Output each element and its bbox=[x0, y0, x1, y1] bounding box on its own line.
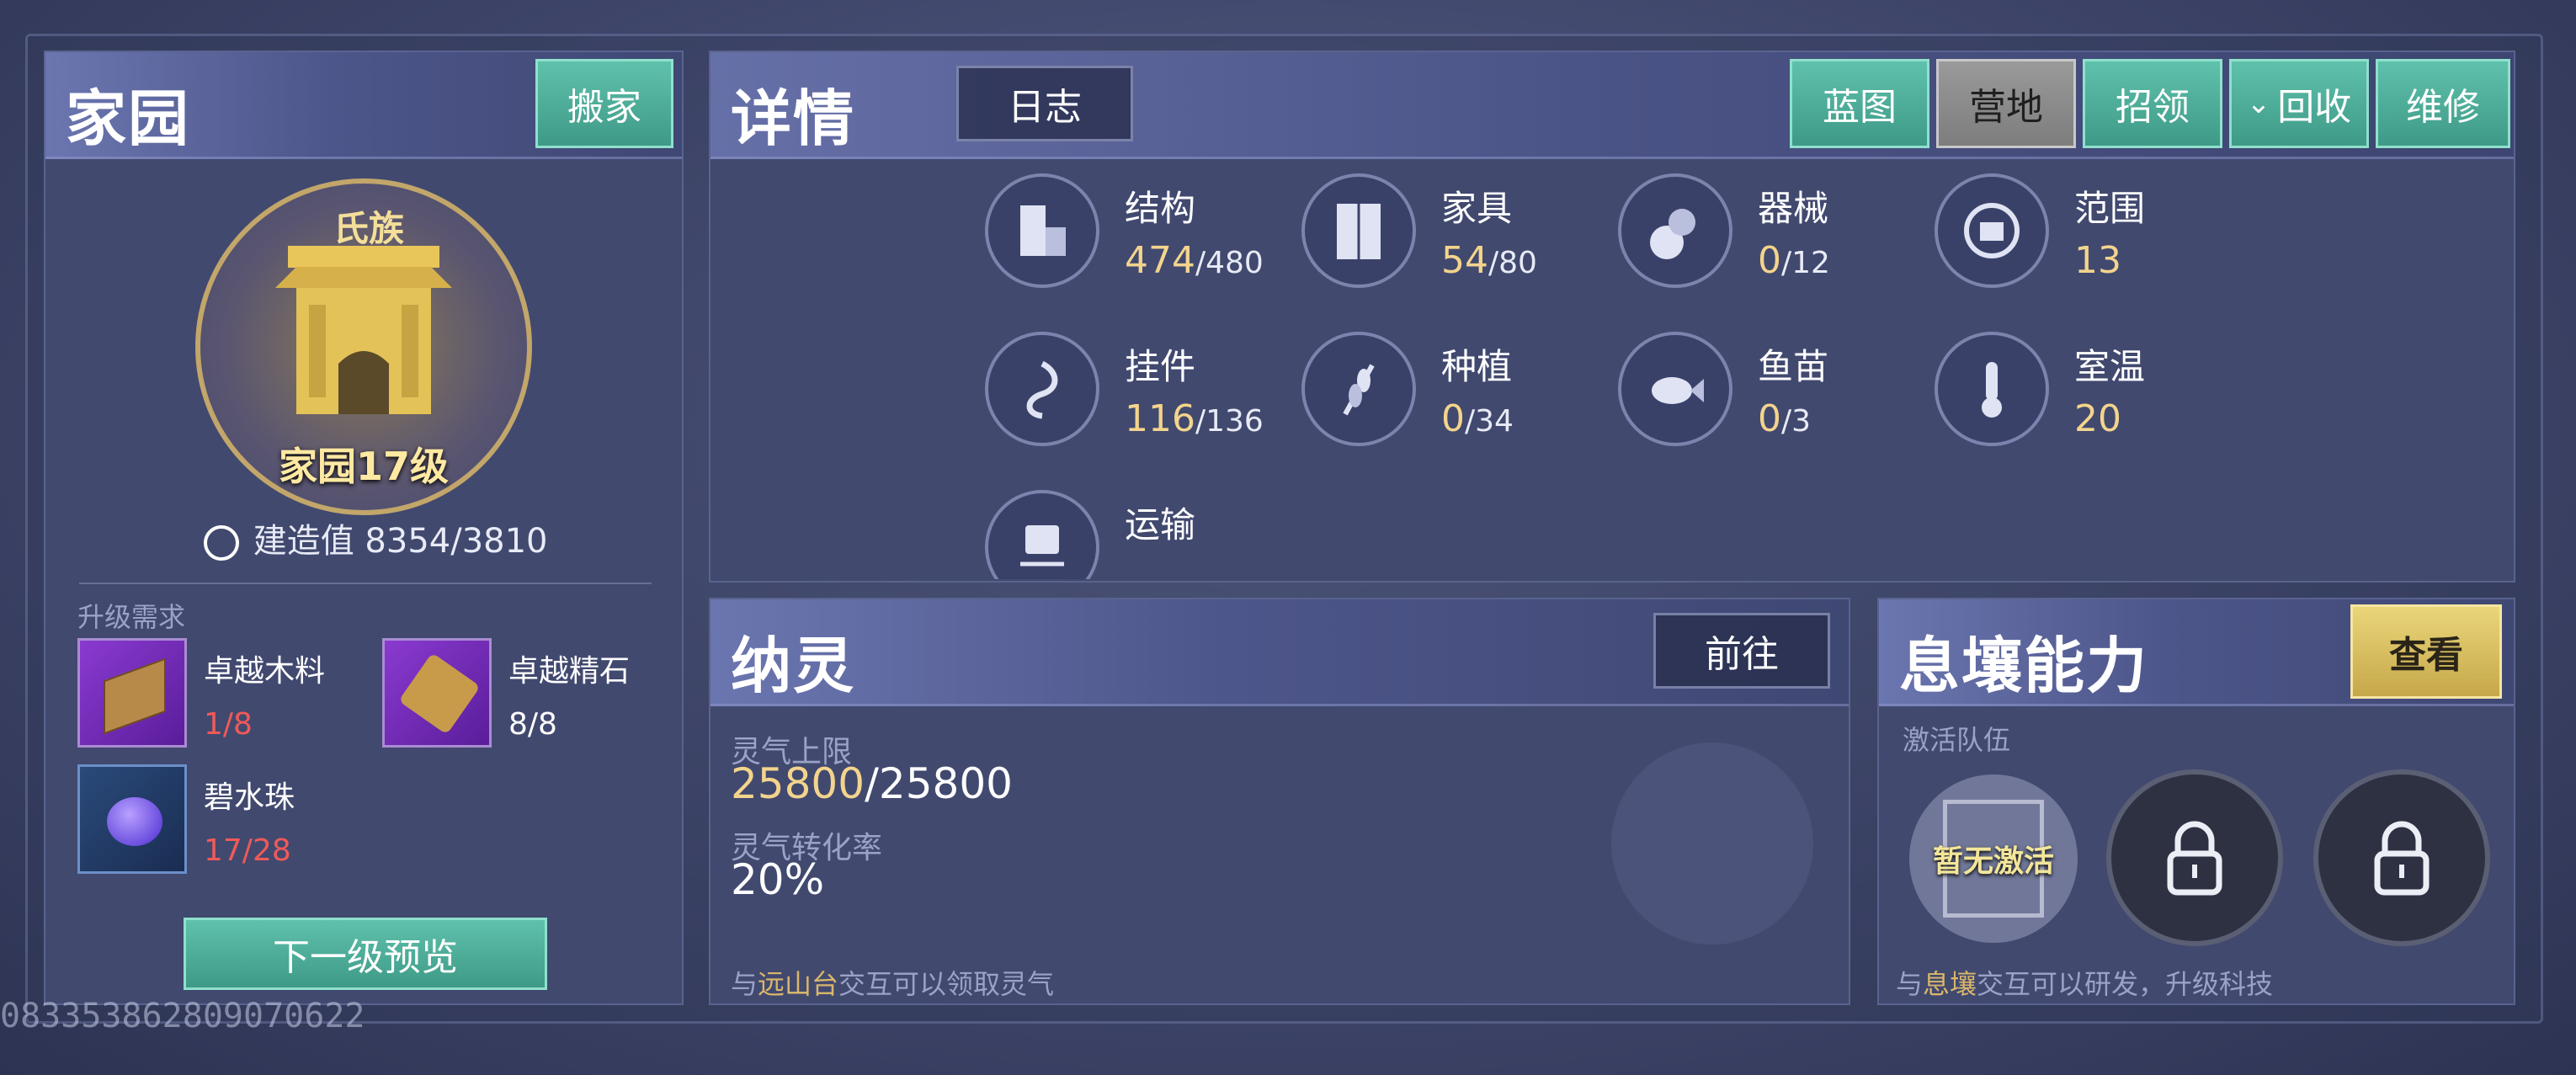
thermometer-icon bbox=[1935, 332, 2049, 446]
stat-name: 结构 bbox=[1125, 188, 1196, 229]
furniture-icon bbox=[1301, 173, 1416, 288]
build-value: 建造值 8354/3810 bbox=[204, 514, 548, 562]
upgrade-requirements-label: 升级需求 bbox=[77, 601, 186, 633]
stat-value: 0/34 bbox=[1441, 397, 1514, 440]
build-icon bbox=[204, 525, 239, 561]
team-slot-locked[interactable] bbox=[2313, 769, 2490, 946]
stat-value: 20 bbox=[2074, 397, 2121, 440]
stat-name: 范围 bbox=[2074, 188, 2146, 229]
spirit-rate-value: 20% bbox=[731, 855, 825, 904]
planting-icon bbox=[1301, 332, 1416, 446]
stat-value: 54/80 bbox=[1441, 239, 1537, 282]
material-count: 17/28 bbox=[204, 833, 291, 868]
structure-icon bbox=[985, 173, 1099, 288]
naling-panel: 纳灵 前往 灵气上限 25800/25800 灵气转化率 20% 与远山台交互可… bbox=[709, 598, 1850, 1005]
stat-name: 种植 bbox=[1441, 346, 1513, 387]
stat-row-clip: 运输 bbox=[711, 490, 2512, 579]
material-count: 8/8 bbox=[508, 707, 557, 742]
naling-title: 纳灵 bbox=[731, 631, 856, 701]
material-count: 1/8 bbox=[204, 707, 253, 742]
spirit-cap-value: 25800/25800 bbox=[731, 759, 1013, 808]
log-button[interactable]: 日志 bbox=[956, 66, 1133, 141]
lock-icon bbox=[2374, 821, 2430, 896]
material-name: 卓越木料 bbox=[204, 654, 326, 689]
material-name: 卓越精石 bbox=[508, 654, 631, 689]
tab-repair[interactable]: 维修 bbox=[2376, 59, 2510, 148]
stat-value: 0/3 bbox=[1758, 397, 1812, 440]
naling-header: 纳灵 前往 bbox=[711, 599, 1849, 706]
leaf-watermark-icon bbox=[1611, 742, 1813, 945]
fry-icon bbox=[1618, 332, 1732, 446]
xirang-panel: 息壤能力 查看 激活队伍 暂无激活 与息壤交互可以研发，升级科技 bbox=[1877, 598, 2515, 1005]
stat-name: 挂件 bbox=[1125, 346, 1196, 387]
details-panel: 详情 日志 蓝图 营地 招领 ⌄ 回收 维修 结构 474/480 家具 54/… bbox=[709, 51, 2515, 583]
stat-value: 0/12 bbox=[1758, 239, 1830, 282]
activated-team-label: 激活队伍 bbox=[1903, 724, 2011, 756]
tab-blueprint[interactable]: 蓝图 bbox=[1790, 59, 1929, 148]
pendant-icon bbox=[985, 332, 1099, 446]
team-slot-locked[interactable] bbox=[2106, 769, 2283, 946]
stat-name: 器械 bbox=[1758, 188, 1829, 229]
stat-value: 474/480 bbox=[1125, 239, 1264, 282]
tab-recycle[interactable]: ⌄ 回收 bbox=[2229, 59, 2369, 148]
stat-name: 运输 bbox=[1125, 504, 1196, 545]
home-emblem: 氏族 家园17级 bbox=[195, 178, 532, 515]
xirang-hint: 与息壤交互可以研发，升级科技 bbox=[1896, 968, 2274, 1000]
machinery-icon bbox=[1618, 173, 1732, 288]
material-name: 碧水珠 bbox=[204, 780, 295, 815]
stat-name: 家具 bbox=[1441, 188, 1513, 229]
pearl-material-icon[interactable] bbox=[77, 764, 187, 874]
tab-camp[interactable]: 营地 bbox=[1936, 59, 2076, 148]
stat-name: 鱼苗 bbox=[1758, 346, 1829, 387]
divider bbox=[79, 583, 652, 584]
team-slot-empty[interactable]: 暂无激活 bbox=[1909, 774, 2078, 943]
range-icon bbox=[1935, 173, 2049, 288]
slot-status-text: 暂无激活 bbox=[1932, 844, 2054, 879]
transport-icon bbox=[985, 490, 1099, 579]
stat-value: 116/136 bbox=[1125, 397, 1264, 440]
stat-name: 室温 bbox=[2074, 346, 2146, 387]
home-title: 家园 bbox=[66, 83, 191, 154]
build-value-text: 建造值 8354/3810 bbox=[253, 522, 548, 561]
chevron-down-icon: ⌄ bbox=[2246, 87, 2271, 120]
naling-hint: 与远山台交互可以领取灵气 bbox=[731, 968, 1055, 1000]
tab-claim[interactable]: 招领 bbox=[2083, 59, 2222, 148]
details-title: 详情 bbox=[731, 83, 856, 154]
home-header: 家园 搬家 bbox=[45, 52, 682, 159]
move-button[interactable]: 搬家 bbox=[535, 59, 673, 148]
stone-material-icon[interactable] bbox=[382, 638, 492, 748]
lock-icon bbox=[2167, 821, 2222, 896]
xirang-title: 息壤能力 bbox=[1899, 631, 2149, 701]
wood-material-icon[interactable] bbox=[77, 638, 187, 748]
view-button[interactable]: 查看 bbox=[2350, 604, 2502, 699]
xirang-header: 息壤能力 查看 bbox=[1879, 599, 2514, 706]
home-level: 家园17级 bbox=[278, 444, 449, 489]
stat-value: 13 bbox=[2074, 239, 2121, 282]
details-header: 详情 日志 蓝图 营地 招领 ⌄ 回收 维修 bbox=[711, 52, 2514, 159]
next-level-preview-button[interactable]: 下一级预览 bbox=[184, 918, 547, 990]
tab-recycle-label: 回收 bbox=[2277, 86, 2352, 129]
uid-watermark: 0833538628090706​22 bbox=[0, 997, 365, 1035]
home-panel: 家园 搬家 氏族 家园17级 建造值 8354/3810 升级需求 卓越木料 1… bbox=[44, 51, 684, 1005]
goto-button[interactable]: 前往 bbox=[1653, 613, 1830, 689]
